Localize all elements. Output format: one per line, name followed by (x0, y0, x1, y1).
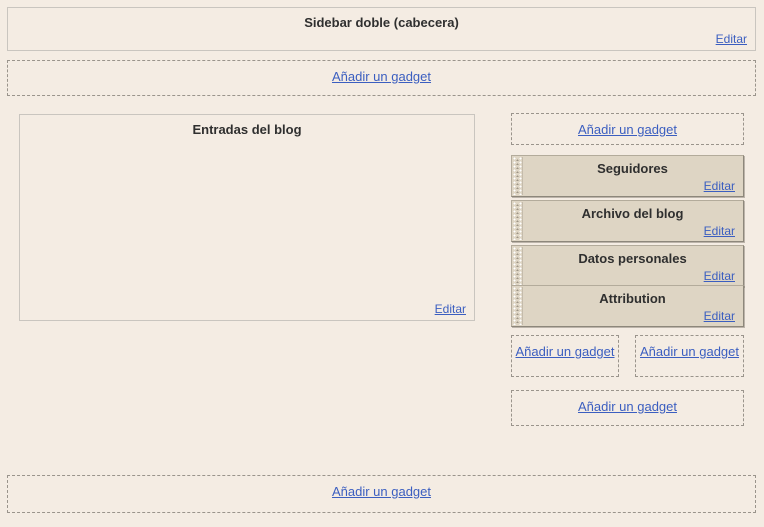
sidebar-add-gadget-bottom-link[interactable]: Añadir un gadget (578, 391, 677, 415)
sidebar-gadget-edit-link[interactable]: Editar (704, 269, 735, 283)
sidebar-add-gadget-right-box[interactable]: Añadir un gadget (635, 335, 744, 377)
sidebar-gadget-attribution[interactable]: Attribution Editar (511, 285, 744, 327)
sidebar-gadget-datos-personales[interactable]: Datos personales Editar (511, 245, 744, 287)
blog-posts-edit-link[interactable]: Editar (435, 302, 466, 316)
drag-handle-icon[interactable] (513, 287, 523, 325)
sidebar-add-gadget-bottom-box[interactable]: Añadir un gadget (511, 390, 744, 426)
sidebar-gadget-edit-link[interactable]: Editar (704, 179, 735, 193)
sidebar-add-gadget-left-box[interactable]: Añadir un gadget (511, 335, 619, 377)
footer-add-gadget-box[interactable]: Añadir un gadget (7, 475, 756, 513)
sidebar-add-gadget-top-link[interactable]: Añadir un gadget (578, 114, 677, 138)
sidebar-gadget-title: Archivo del blog (581, 206, 684, 221)
header-section-title: Sidebar doble (cabecera) (304, 15, 459, 30)
sidebar-gadget-edit-link[interactable]: Editar (704, 309, 735, 323)
sidebar-add-gadget-left-link[interactable]: Añadir un gadget (515, 336, 614, 360)
header-add-gadget-link[interactable]: Añadir un gadget (332, 61, 431, 85)
header-edit-link[interactable]: Editar (716, 32, 747, 46)
sidebar-gadget-seguidores[interactable]: Seguidores Editar (511, 155, 744, 197)
blog-posts-title: Entradas del blog (192, 122, 302, 137)
header-add-gadget-box[interactable]: Añadir un gadget (7, 60, 756, 96)
drag-handle-icon[interactable] (513, 202, 523, 240)
sidebar-gadget-title: Datos personales (578, 251, 687, 266)
blogger-layout-editor: Sidebar doble (cabecera) Editar Añadir u… (0, 0, 764, 527)
blog-posts-section: Entradas del blog Editar (19, 114, 475, 321)
sidebar-gadget-title: Attribution (599, 291, 666, 306)
sidebar-gadget-edit-link[interactable]: Editar (704, 224, 735, 238)
drag-handle-icon[interactable] (513, 247, 523, 285)
footer-add-gadget-link[interactable]: Añadir un gadget (332, 476, 431, 500)
sidebar-gadget-archivo-del-blog[interactable]: Archivo del blog Editar (511, 200, 744, 242)
header-section: Sidebar doble (cabecera) Editar (7, 7, 756, 51)
sidebar-add-gadget-right-link[interactable]: Añadir un gadget (640, 336, 739, 360)
sidebar-gadget-title: Seguidores (597, 161, 668, 176)
sidebar-add-gadget-top-box[interactable]: Añadir un gadget (511, 113, 744, 145)
drag-handle-icon[interactable] (513, 157, 523, 195)
